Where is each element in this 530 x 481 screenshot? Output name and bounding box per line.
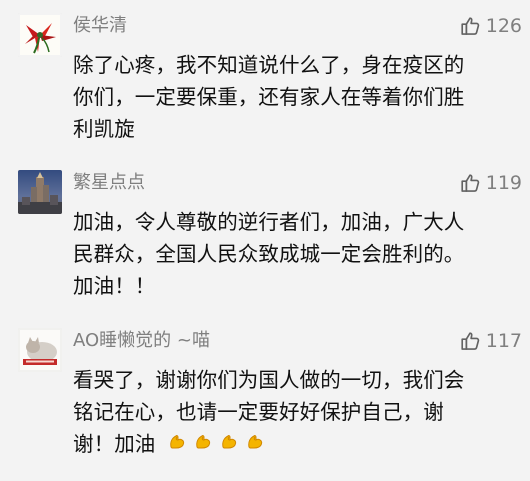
comment-username[interactable]: AO睡懒觉的 ~喵 [73,328,210,354]
cat-photo-avatar-icon-svg [18,328,62,372]
comment-line: 加油！！ [73,274,156,298]
comment-line: 看哭了，谢谢你们为国人做的一切，我们会 [73,368,465,392]
comment-line: 民群众，全国人民众致成城一定会胜利的。 [73,242,465,266]
like-button[interactable]: 126 [459,13,522,39]
like-count: 117 [485,330,522,352]
city-night-avatar-icon[interactable] [18,170,62,214]
city-night-avatar-icon-svg [18,170,62,214]
muscle-icon [248,435,263,449]
comment-text: 除了心疼，我不知道说什么了，身在疫区的 你们，一定要保重，还有家人在等着你们胜 … [73,49,513,145]
muscle-emoji-group [166,431,268,455]
thumbs-up-icon [461,332,479,350]
like-count: 119 [485,172,522,194]
comment-line: 你们，一定要保重，还有家人在等着你们胜 [73,85,465,109]
comment-line: 铭记在心，也请一定要好好保护自己，谢 [73,400,444,424]
comment-text: 加油，令人尊敬的逆行者们，加油，广大人 民群众，全国人民众致成城一定会胜利的。 … [73,206,513,302]
comment-username[interactable]: 繁星点点 [73,170,145,196]
comment-text: 看哭了，谢谢你们为国人做的一切，我们会 铭记在心，也请一定要好好保护自己，谢 谢… [73,364,513,460]
like-button[interactable]: 117 [459,328,522,354]
muscle-icon [170,435,185,449]
muscle-icon [196,435,211,449]
thumbs-up-icon [461,17,479,35]
comment-line: 除了心疼，我不知道说什么了，身在疫区的 [73,53,465,77]
red-plant-avatar-icon-svg [18,13,62,57]
muscle-icon [222,435,237,449]
like-count: 126 [485,15,522,37]
comment-username[interactable]: 侯华清 [73,13,127,39]
comment-line: 利凯旋 [73,117,135,141]
comment-line: 谢！加油 [73,428,513,460]
cat-photo-avatar-icon[interactable] [18,328,62,372]
thumbs-up-icon [461,174,479,192]
like-button[interactable]: 119 [459,170,522,196]
comment-line: 加油，令人尊敬的逆行者们，加油，广大人 [73,210,465,234]
comment-list: 侯华清 126 除了心疼，我不知道说什么了，身在疫区的 你们，一定要保重，还有家… [0,0,530,481]
comment-line-text: 谢！加油 [73,432,156,456]
red-plant-avatar-icon[interactable] [18,13,62,57]
